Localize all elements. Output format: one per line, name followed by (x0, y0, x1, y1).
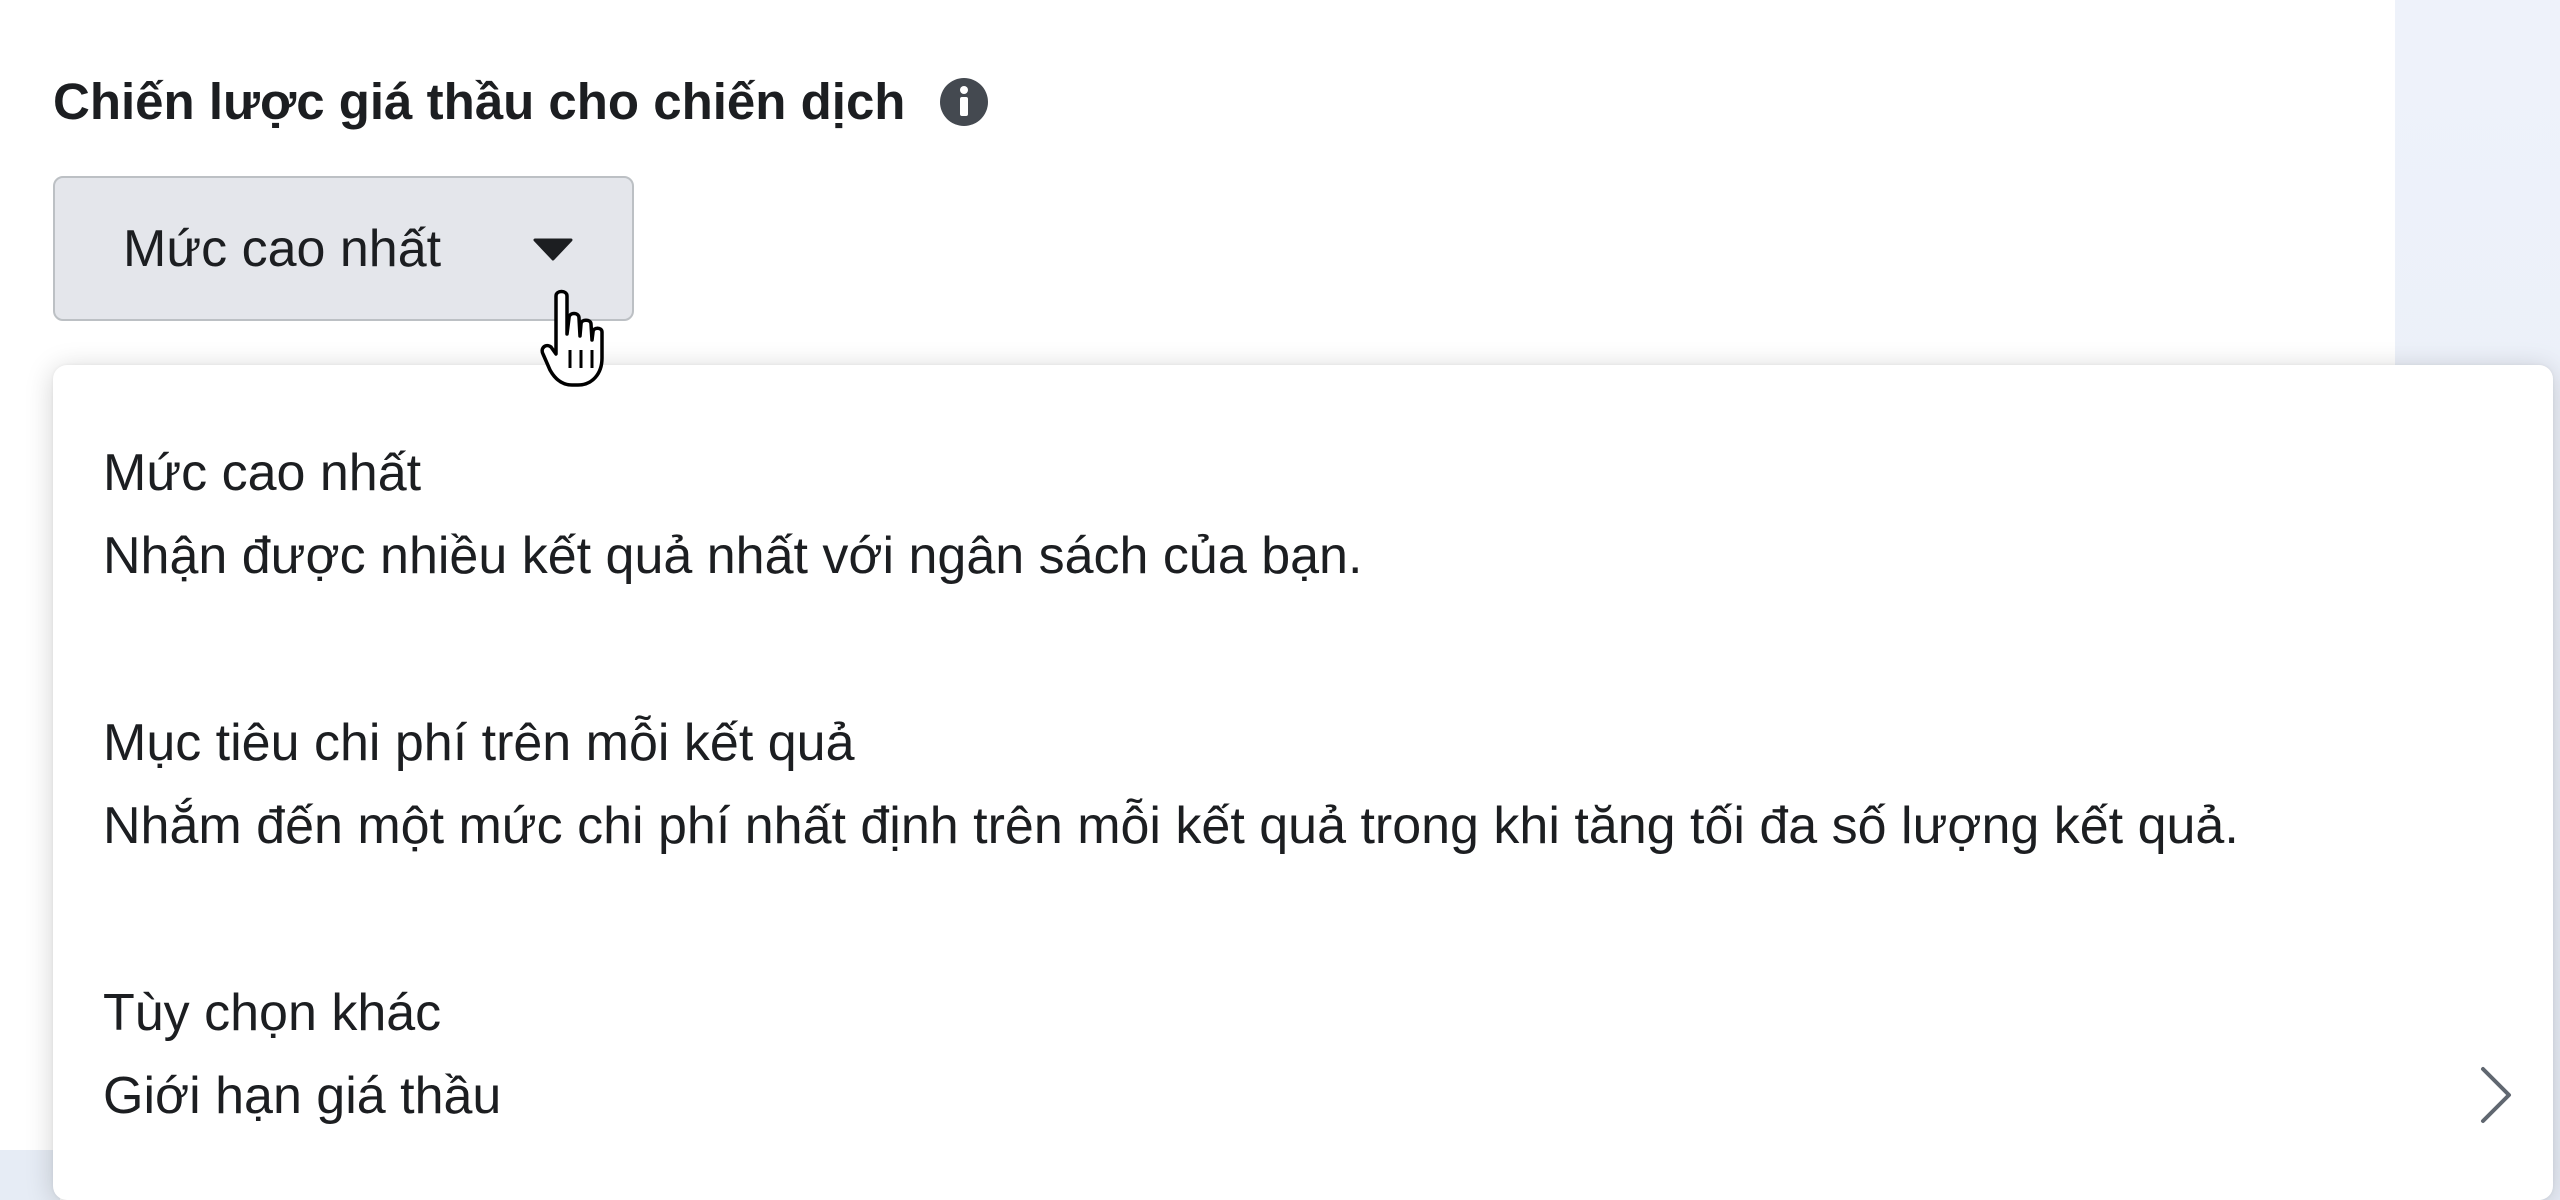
chevron-right-icon (2481, 1067, 2511, 1123)
info-icon[interactable] (939, 77, 989, 127)
menu-item-title: Mục tiêu chi phí trên mỗi kết quả (103, 714, 855, 772)
bid-strategy-menu: Mức cao nhất Nhận được nhiều kết quả nhấ… (53, 365, 2553, 1200)
section-title: Chiến lược giá thầu cho chiến dịch (53, 73, 906, 130)
hand-pointer-icon (540, 289, 604, 387)
menu-item-description: Nhận được nhiều kết quả nhất với ngân sá… (103, 527, 1363, 585)
menu-item-highest-volume[interactable]: Mức cao nhất Nhận được nhiều kết quả nhấ… (53, 365, 2553, 635)
menu-item-description: Nhắm đến một mức chi phí nhất định trên … (103, 797, 2239, 855)
menu-item-title: Tùy chọn khác (103, 984, 442, 1042)
menu-item-cost-per-result-goal[interactable]: Mục tiêu chi phí trên mỗi kết quả Nhắm đ… (53, 635, 2553, 905)
section-header: Chiến lược giá thầu cho chiến dịch (53, 72, 989, 131)
caret-down-icon (533, 238, 573, 261)
menu-item-title: Mức cao nhất (103, 444, 422, 502)
menu-item-description: Giới hạn giá thầu (103, 1067, 502, 1125)
background-strip (0, 1150, 60, 1200)
menu-item-other-options[interactable]: Tùy chọn khác Giới hạn giá thầu (53, 905, 2553, 1175)
dropdown-selected-value: Mức cao nhất (123, 219, 442, 278)
